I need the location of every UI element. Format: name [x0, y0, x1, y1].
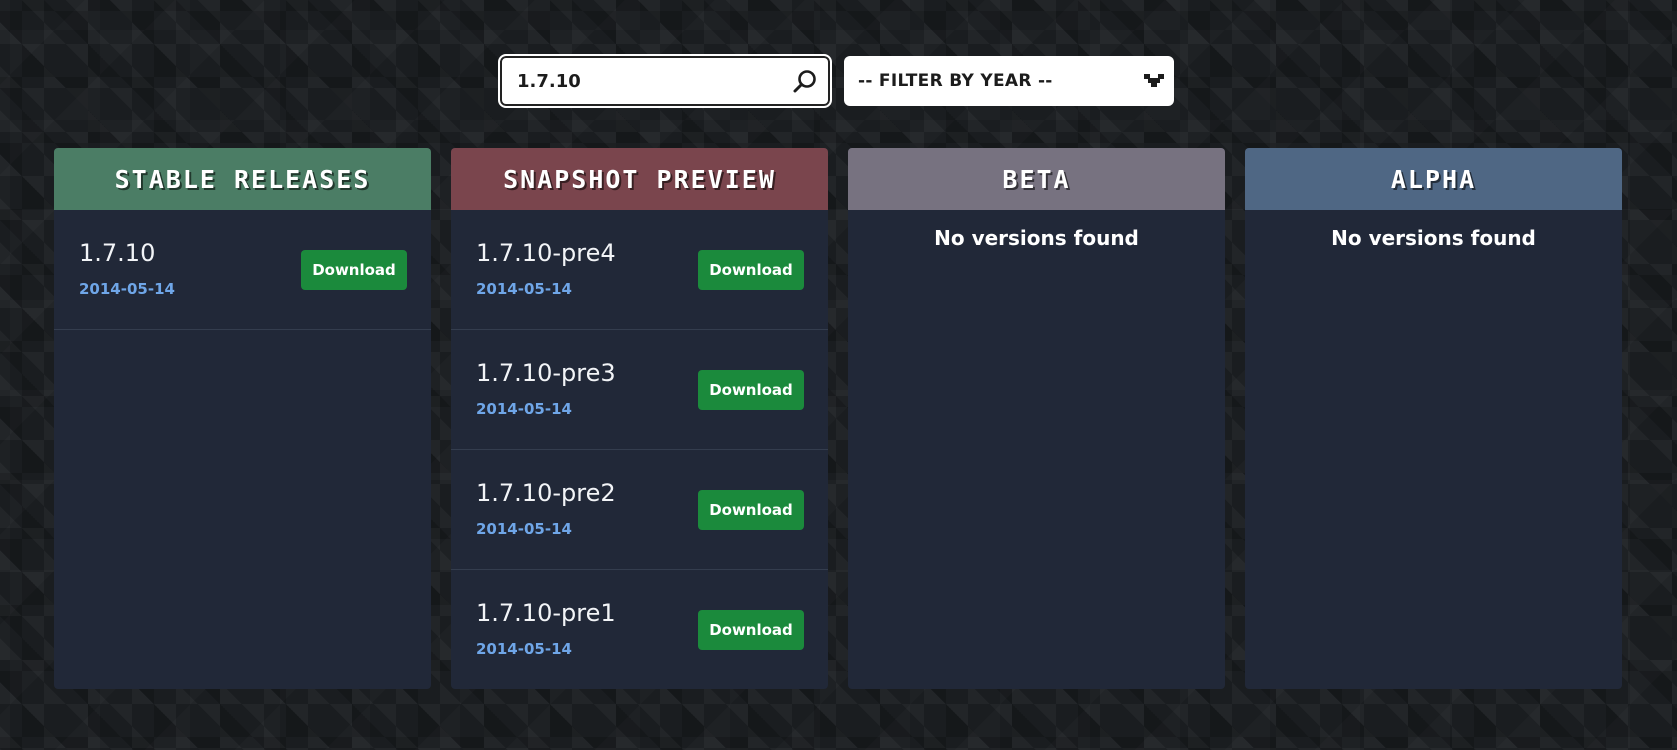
version-row: 1.7.10-pre4 2014-05-14 Download [451, 210, 828, 330]
version-name: 1.7.10 [79, 238, 156, 267]
column-header-snapshot: SNAPSHOT PREVIEW [451, 148, 828, 210]
version-date: 2014-05-14 [79, 279, 175, 298]
search-input[interactable] [517, 66, 792, 96]
column-title: ALPHA [1390, 164, 1477, 194]
empty-message: No versions found [1331, 226, 1536, 250]
download-button[interactable]: Download [698, 369, 804, 410]
column-title: BETA [1002, 164, 1071, 194]
version-name: 1.7.10-pre1 [476, 598, 616, 627]
version-row: 1.7.10-pre1 2014-05-14 Download [451, 570, 828, 689]
version-name: 1.7.10-pre2 [476, 478, 616, 507]
search-box[interactable] [498, 54, 832, 108]
column-snapshot: SNAPSHOT PREVIEW 1.7.10-pre4 2014-05-14 Dow… [451, 148, 828, 689]
empty-message: No versions found [934, 226, 1139, 250]
version-info: 1.7.10-pre1 2014-05-14 [476, 598, 616, 658]
version-date: 2014-05-14 [476, 519, 572, 538]
download-button[interactable]: Download [698, 249, 804, 290]
column-header-alpha: ALPHA [1245, 148, 1622, 210]
search-icon[interactable] [792, 68, 818, 94]
version-info: 1.7.10-pre3 2014-05-14 [476, 358, 616, 418]
year-filter-label: -- FILTER BY YEAR -- [858, 71, 1053, 91]
download-button[interactable]: Download [301, 249, 407, 290]
column-title: SNAPSHOT PREVIEW [503, 164, 776, 194]
version-row: 1.7.10 2014-05-14 Download [54, 210, 431, 330]
column-title: STABLE RELEASES [114, 164, 371, 194]
version-info: 1.7.10 2014-05-14 [79, 238, 175, 298]
column-stable: STABLE RELEASES 1.7.10 2014-05-14 Download [54, 148, 431, 689]
version-info: 1.7.10-pre4 2014-05-14 [476, 238, 616, 298]
version-row: 1.7.10-pre2 2014-05-14 Download [451, 450, 828, 570]
version-date: 2014-05-14 [476, 279, 572, 298]
download-button[interactable]: Download [698, 489, 804, 530]
version-name: 1.7.10-pre4 [476, 238, 616, 267]
year-filter-select[interactable]: -- FILTER BY YEAR -- [844, 56, 1174, 106]
version-info: 1.7.10-pre2 2014-05-14 [476, 478, 616, 538]
column-header-stable: STABLE RELEASES [54, 148, 431, 210]
column-alpha: ALPHA No versions found [1245, 148, 1622, 689]
top-controls: -- FILTER BY YEAR -- [498, 54, 1174, 108]
version-name: 1.7.10-pre3 [476, 358, 616, 387]
version-date: 2014-05-14 [476, 639, 572, 658]
download-button[interactable]: Download [698, 609, 804, 650]
chevron-down-icon[interactable] [1144, 74, 1164, 88]
version-row: 1.7.10-pre3 2014-05-14 Download [451, 330, 828, 450]
version-date: 2014-05-14 [476, 399, 572, 418]
column-header-beta: BETA [848, 148, 1225, 210]
version-columns: STABLE RELEASES 1.7.10 2014-05-14 Download S… [54, 148, 1622, 689]
column-beta: BETA No versions found [848, 148, 1225, 689]
